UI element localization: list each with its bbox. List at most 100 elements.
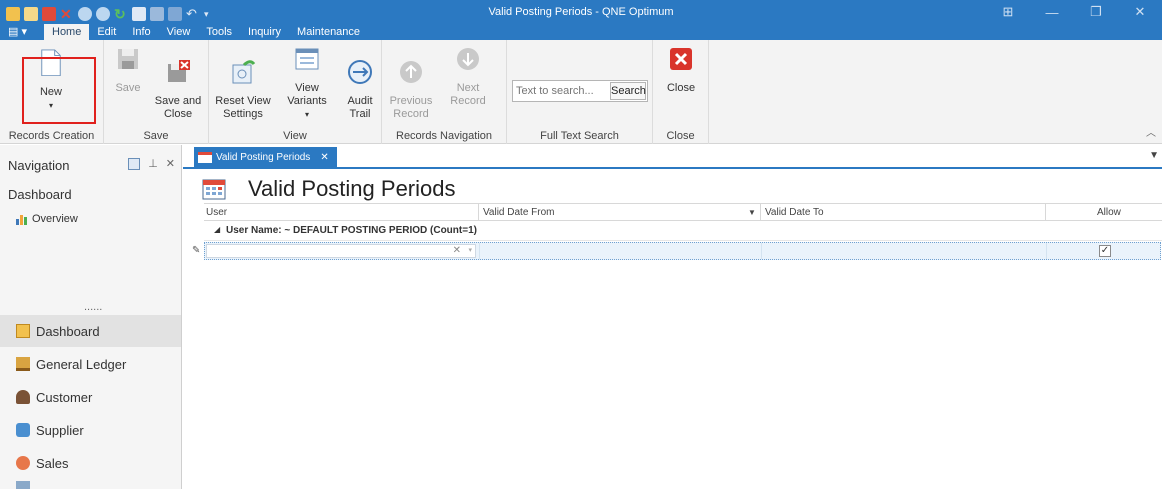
nav-item-label: Dashboard [36, 323, 100, 339]
ribbon-display-icon[interactable]: ⊞ [986, 0, 1030, 24]
allow-checkbox[interactable]: ✓ [1099, 245, 1111, 257]
view-group-label: View [283, 130, 307, 142]
view-variants-dropdown-icon[interactable]: ▾ [275, 108, 339, 121]
nav-item-general-ledger[interactable]: General Ledger [0, 348, 181, 380]
group-row[interactable]: ◢ User Name: ~ DEFAULT POSTING PERIOD (C… [204, 221, 1162, 241]
tab-tools[interactable]: Tools [198, 24, 240, 40]
dropdown-arrow-icon[interactable]: ▾ [468, 246, 472, 254]
navigation-title: Navigation [8, 158, 70, 173]
calendar-icon [198, 152, 212, 163]
save-button[interactable]: Save [112, 46, 144, 95]
bar-chart-icon [16, 215, 27, 225]
sort-descending-icon: ▼ [748, 208, 756, 217]
pin-icon[interactable]: ⊥ [148, 157, 158, 170]
save-and-close-label: Save and Close [154, 95, 202, 120]
save-disk-icon [118, 49, 138, 69]
column-separator[interactable] [478, 204, 479, 221]
view-variants-button[interactable]: View Variants ▾ [275, 46, 339, 121]
full-text-search-group-label: Full Text Search [540, 130, 619, 142]
close-tab-icon[interactable]: ✕ [320, 152, 328, 163]
clear-icon[interactable]: ✕ [453, 245, 461, 256]
reset-view-label: Reset View Settings [215, 95, 271, 120]
title-bar: ✕ ↻ ↶ ▾ Valid Posting Periods - QNE Opti… [0, 0, 1162, 40]
grid-header: User Valid Date From ▼ Valid Date To All… [204, 203, 1162, 221]
group-save: Save Save and Close Save [104, 40, 209, 144]
page-title: Valid Posting Periods [248, 176, 456, 201]
document-tab[interactable]: Valid Posting Periods ✕ [194, 147, 337, 167]
sales-icon [16, 456, 30, 470]
nav-item-label: General Ledger [36, 356, 127, 372]
supplier-icon [16, 423, 30, 437]
ribbon-tabs: ▤ ▾ Home Edit Info View Tools Inquiry Ma… [0, 24, 368, 40]
group-row-label: User Name: ~ DEFAULT POSTING PERIOD (Cou… [226, 225, 477, 236]
tab-list-dropdown-icon[interactable]: ▼ [1149, 150, 1159, 161]
column-separator[interactable] [760, 204, 761, 221]
save-group-label: Save [143, 130, 169, 142]
customer-icon [16, 390, 30, 404]
previous-record-button[interactable]: Previous Record [388, 46, 434, 134]
tab-maintenance[interactable]: Maintenance [289, 24, 368, 40]
next-module-icon[interactable] [16, 481, 30, 489]
nav-item-customer[interactable]: Customer [0, 381, 181, 413]
application-menu-tab[interactable]: ▤ ▾ [0, 24, 44, 40]
next-record-button[interactable]: Next Record [438, 46, 498, 108]
nav-item-sales[interactable]: Sales [0, 447, 181, 479]
view-variants-icon [295, 48, 319, 70]
next-record-label: Next Record [450, 82, 486, 107]
overview-link[interactable]: Overview [16, 213, 78, 225]
records-creation-group-label: Records Creation [8, 130, 95, 142]
view-variants-label: View Variants [287, 82, 327, 107]
maximize-icon[interactable]: ❐ [1074, 0, 1118, 24]
close-pane-icon[interactable]: ✕ [166, 157, 175, 170]
new-button-highlight [22, 57, 96, 124]
previous-record-label: Previous Record [389, 95, 433, 120]
tab-edit[interactable]: Edit [89, 24, 124, 40]
audit-trail-button[interactable]: Audit Trail [343, 46, 377, 134]
save-label: Save [115, 82, 141, 94]
search-input[interactable] [516, 84, 608, 98]
close-window-icon[interactable]: ✕ [1118, 0, 1162, 24]
navigation-controls: ⊥ ✕ [128, 157, 175, 170]
up-arrow-icon [400, 61, 422, 83]
reset-view-settings-button[interactable]: Reset View Settings [215, 46, 271, 134]
edit-row-indicator-icon: ✎ [192, 245, 201, 256]
tab-view[interactable]: View [159, 24, 199, 40]
column-header-user[interactable]: User [206, 207, 227, 218]
column-header-allow[interactable]: Allow [1097, 207, 1121, 218]
tab-info[interactable]: Info [124, 24, 158, 40]
records-navigation-group-label: Records Navigation [396, 130, 492, 142]
audit-trail-icon [348, 60, 372, 84]
minimize-icon[interactable]: — [1030, 0, 1074, 24]
nav-item-dashboard[interactable]: Dashboard [0, 315, 181, 347]
cell-separator [479, 243, 480, 259]
close-button[interactable]: Close [661, 46, 701, 95]
splitter-dots[interactable]: ...... [84, 301, 102, 313]
column-separator[interactable] [1045, 204, 1046, 221]
layout-icon[interactable] [128, 157, 141, 170]
group-close: Close Close [653, 40, 709, 144]
nav-item-supplier[interactable]: Supplier [0, 414, 181, 446]
group-records-navigation: Previous Record Next Record Records Navi… [382, 40, 507, 144]
navigation-section-title: Dashboard [8, 187, 72, 202]
close-group-label: Close [666, 130, 695, 142]
tab-inquiry[interactable]: Inquiry [240, 24, 289, 40]
search-button[interactable]: Search [610, 82, 646, 100]
reset-view-icon [232, 60, 256, 84]
window-controls: ⊞ — ❐ ✕ [986, 0, 1162, 24]
cell-separator [761, 243, 762, 259]
save-close-icon [168, 60, 190, 82]
document-tab-strip-line [183, 167, 1162, 169]
save-and-close-button[interactable]: Save and Close [152, 46, 204, 134]
tab-home[interactable]: Home [44, 24, 90, 40]
document-tab-label: Valid Posting Periods [216, 151, 311, 163]
nav-item-label: Customer [36, 389, 93, 405]
down-arrow-icon [457, 48, 479, 70]
column-header-valid-date-to[interactable]: Valid Date To [765, 207, 824, 218]
full-text-search-box: Search [512, 80, 648, 102]
table-row[interactable]: ✕ ▾ ✓ [204, 242, 1161, 260]
collapse-ribbon-icon[interactable]: ︿ [1146, 124, 1156, 139]
column-header-valid-date-from[interactable]: Valid Date From [483, 207, 555, 218]
collapse-group-icon[interactable]: ◢ [214, 225, 220, 234]
navigation-pane: Navigation ⊥ ✕ Dashboard Overview ......… [0, 145, 182, 489]
user-cell-editor[interactable]: ✕ ▾ [206, 244, 476, 258]
